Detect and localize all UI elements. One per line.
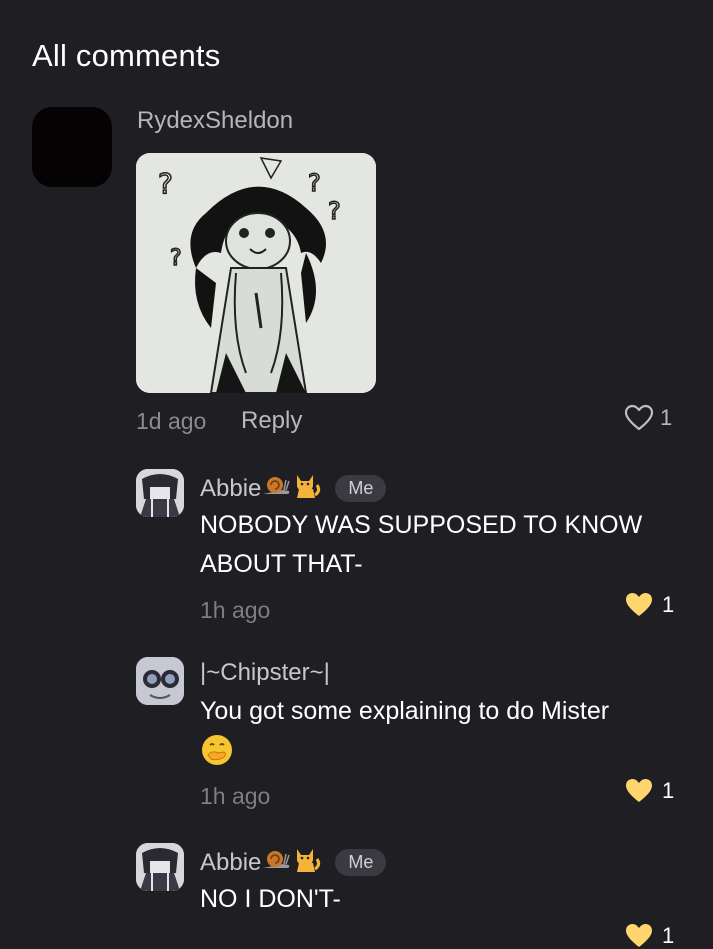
reply-text: NO I DON'T- bbox=[200, 885, 341, 913]
reply-username[interactable]: |~Chipster~| bbox=[200, 659, 330, 687]
svg-text:?: ? bbox=[158, 167, 173, 200]
like-count: 1 bbox=[660, 404, 673, 430]
svg-text:?: ? bbox=[308, 169, 321, 197]
reply-time: 1h ago bbox=[200, 597, 271, 623]
reply-text: NOBODY WAS SUPPOSED TO KNOW ABOUT THAT- bbox=[200, 511, 643, 578]
snail-icon bbox=[261, 472, 291, 505]
avatar-image bbox=[136, 843, 184, 891]
reply-time: 1h ago bbox=[200, 783, 271, 809]
like-button[interactable]: 1 bbox=[624, 777, 674, 804]
cat-icon bbox=[291, 845, 321, 880]
reply-button[interactable]: Reply bbox=[241, 407, 302, 435]
heart-outline-icon bbox=[624, 404, 654, 431]
me-badge: Me bbox=[335, 475, 387, 502]
reply-username-row: Abbie Me bbox=[200, 471, 387, 506]
svg-text:?: ? bbox=[170, 246, 182, 271]
reply-username[interactable]: Abbie bbox=[200, 849, 261, 877]
heart-filled-icon bbox=[626, 593, 652, 616]
comments-title: All comments bbox=[32, 38, 221, 73]
avatar[interactable] bbox=[136, 657, 184, 705]
reply-text: You got some explaining to do Mister bbox=[200, 697, 610, 725]
avatar-image bbox=[136, 657, 184, 705]
avatar[interactable] bbox=[32, 107, 112, 187]
avatar-image bbox=[136, 469, 184, 517]
hand-over-mouth-emoji bbox=[200, 733, 234, 772]
reply-text-block: You got some explaining to do Mister bbox=[200, 692, 680, 731]
reply-username[interactable]: Abbie bbox=[200, 475, 261, 503]
reply-username-row: Abbie Me bbox=[200, 845, 387, 880]
avatar[interactable] bbox=[136, 843, 184, 891]
like-count: 1 bbox=[662, 591, 675, 617]
snail-icon bbox=[261, 846, 291, 879]
comment-time: 1d ago bbox=[136, 408, 207, 434]
cat-icon bbox=[291, 471, 321, 506]
svg-text:?: ? bbox=[328, 197, 341, 225]
like-button[interactable]: 1 bbox=[624, 591, 674, 618]
sketch-illustration: ? ? ? ? bbox=[136, 153, 376, 393]
comment-username[interactable]: RydexSheldon bbox=[137, 107, 293, 135]
like-button[interactable]: 1 bbox=[624, 404, 672, 431]
reply-username-row: |~Chipster~| bbox=[200, 659, 330, 687]
me-badge: Me bbox=[335, 849, 387, 876]
like-count: 1 bbox=[662, 777, 675, 803]
comment-image[interactable]: ? ? ? ? bbox=[136, 153, 376, 393]
avatar[interactable] bbox=[136, 469, 184, 517]
heart-filled-icon bbox=[626, 779, 652, 802]
